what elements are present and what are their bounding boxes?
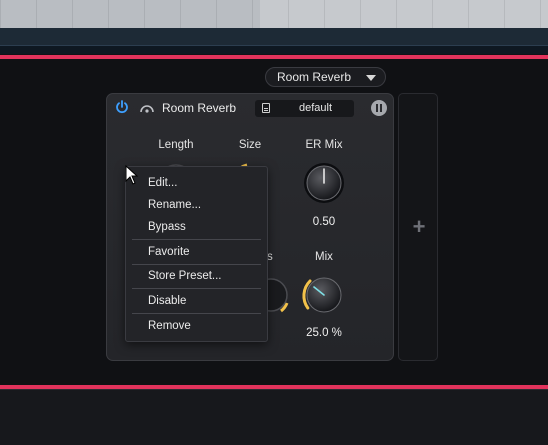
timeline-strip bbox=[0, 0, 548, 28]
rack-preset-label: Room Reverb bbox=[277, 70, 352, 84]
menu-separator bbox=[132, 313, 261, 314]
menu-item-favorite[interactable]: Favorite bbox=[126, 241, 267, 263]
menu-separator bbox=[132, 288, 261, 289]
menu-item-bypass[interactable]: Bypass bbox=[126, 216, 267, 238]
add-device-icon[interactable]: + bbox=[399, 214, 439, 240]
device-context-menu: Edit... Rename... Bypass Favorite Store … bbox=[125, 166, 268, 342]
menu-item-store-preset[interactable]: Store Preset... bbox=[126, 265, 267, 287]
track-band-lower bbox=[0, 45, 548, 54]
param-label-size: Size bbox=[238, 139, 262, 151]
power-icon[interactable] bbox=[115, 100, 129, 114]
mix-value: 25.0 % bbox=[306, 327, 342, 339]
device-preset-name: default bbox=[298, 102, 333, 114]
param-label-length: Length bbox=[158, 139, 194, 151]
rack-preset-dropdown[interactable]: Room Reverb bbox=[265, 67, 386, 87]
er-mix-value: 0.50 bbox=[312, 216, 336, 228]
menu-separator bbox=[132, 239, 261, 240]
device-preset-field[interactable]: default bbox=[255, 100, 354, 117]
sidechain-icon[interactable] bbox=[139, 103, 155, 113]
param-label-er-mix: ER Mix bbox=[305, 139, 343, 151]
empty-device-slot[interactable]: + bbox=[398, 93, 438, 361]
param-label-mix: Mix bbox=[315, 251, 333, 263]
chevron-down-icon bbox=[366, 75, 376, 81]
device-title: Room Reverb bbox=[162, 101, 237, 115]
lower-panel bbox=[0, 389, 548, 445]
menu-item-edit[interactable]: Edit... bbox=[126, 172, 267, 194]
track-band bbox=[0, 28, 548, 45]
file-icon bbox=[262, 103, 270, 113]
menu-item-rename[interactable]: Rename... bbox=[126, 194, 267, 216]
editor-icon[interactable] bbox=[371, 100, 387, 116]
menu-item-disable[interactable]: Disable bbox=[126, 290, 267, 312]
mix-knob[interactable] bbox=[300, 271, 348, 319]
timeline-grid bbox=[0, 0, 548, 28]
menu-item-remove[interactable]: Remove bbox=[126, 315, 267, 337]
mouse-cursor-icon bbox=[125, 165, 139, 185]
er-mix-knob[interactable] bbox=[300, 159, 348, 207]
device-header: Room Reverb default bbox=[107, 94, 395, 122]
